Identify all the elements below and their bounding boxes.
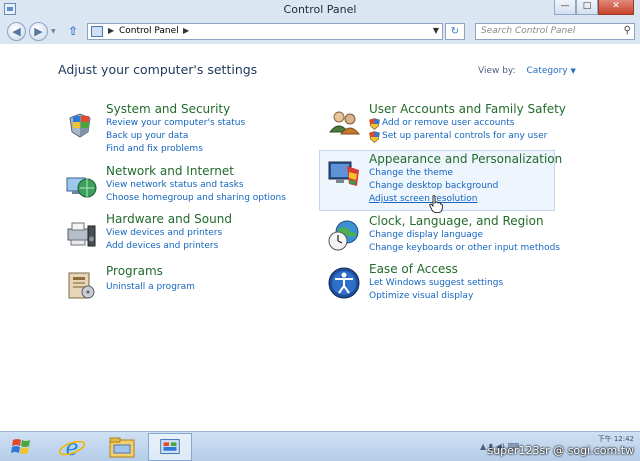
link-review-status[interactable]: Review your computer's status xyxy=(106,118,245,128)
category-programs: Programs Uninstall a program xyxy=(64,264,294,304)
address-dropdown-icon[interactable]: ▼ xyxy=(433,26,439,35)
appearance-monitor-icon xyxy=(328,161,359,186)
breadcrumb-arrow-icon[interactable]: ▶ xyxy=(183,26,189,35)
minimize-button[interactable]: — xyxy=(554,0,576,15)
navigation-bar: ◀ ▶ ▼ ⇧ ▶ Control Panel ▶ ▼ ↻ Search Con… xyxy=(0,20,640,44)
category-network-and-internet: Network and Internet View network status… xyxy=(64,164,294,204)
breadcrumb-control-panel[interactable]: Control Panel xyxy=(119,26,179,36)
link-network-status[interactable]: View network status and tasks xyxy=(106,180,244,190)
users-icon xyxy=(328,111,361,135)
clock-globe-icon xyxy=(328,220,359,251)
hand-cursor-icon xyxy=(429,195,443,213)
view-by-label: View by: xyxy=(478,66,516,76)
file-explorer-icon[interactable] xyxy=(100,433,144,461)
taskbar-clock[interactable]: 下午 12:42 xyxy=(598,434,634,444)
category-system-and-security: System and Security Review your computer… xyxy=(64,102,294,156)
link-add-remove-accounts[interactable]: Add or remove user accounts xyxy=(382,118,514,128)
control-panel-window: Control Panel — □ ✕ ◀ ▶ ▼ ⇧ ▶ Control Pa… xyxy=(0,0,640,431)
category-title[interactable]: Ease of Access xyxy=(369,262,458,276)
category-title[interactable]: Appearance and Personalization xyxy=(369,152,562,166)
maximize-button[interactable]: □ xyxy=(576,0,598,15)
control-panel-taskbar-icon[interactable] xyxy=(148,433,192,461)
internet-explorer-icon[interactable]: e xyxy=(50,433,94,461)
watermark: super123sr @ sogi.com.tw xyxy=(487,444,634,457)
link-find-fix-problems[interactable]: Find and fix problems xyxy=(106,144,203,154)
link-keyboards-input[interactable]: Change keyboards or other input methods xyxy=(369,243,560,253)
programs-icon xyxy=(68,272,95,299)
category-appearance-and-personalization: Appearance and Personalization Change th… xyxy=(327,152,562,213)
page-title: Adjust your computer's settings xyxy=(58,62,258,77)
category-user-accounts: User Accounts and Family Safety Add or r… xyxy=(327,102,567,146)
view-by-category-dropdown[interactable]: Category xyxy=(527,66,568,76)
svg-text:e: e xyxy=(65,436,78,461)
link-windows-suggest[interactable]: Let Windows suggest settings xyxy=(369,278,503,288)
window-controls: — □ ✕ xyxy=(554,0,634,15)
link-desktop-background[interactable]: Change desktop background xyxy=(369,181,498,191)
address-bar[interactable]: ▶ Control Panel ▶ ▼ xyxy=(87,23,443,40)
link-add-devices[interactable]: Add devices and printers xyxy=(106,241,218,251)
back-button[interactable]: ◀ xyxy=(7,22,26,41)
link-adjust-resolution[interactable]: Adjust screen resolution xyxy=(369,194,477,204)
link-homegroup[interactable]: Choose homegroup and sharing options xyxy=(106,193,286,203)
up-arrow-icon[interactable]: ⇧ xyxy=(68,24,78,38)
category-title[interactable]: Clock, Language, and Region xyxy=(369,214,544,228)
window-title: Control Panel xyxy=(283,3,357,16)
title-bar[interactable]: Control Panel — □ ✕ xyxy=(0,0,640,20)
category-title[interactable]: User Accounts and Family Safety xyxy=(369,102,566,116)
forward-button[interactable]: ▶ xyxy=(29,22,48,41)
search-icon[interactable]: ⚲ xyxy=(624,25,631,36)
network-globe-icon xyxy=(66,177,97,198)
main-content: Adjust your computer's settings View by:… xyxy=(0,44,640,431)
uac-shield-icon xyxy=(369,131,380,143)
close-button[interactable]: ✕ xyxy=(598,0,634,15)
link-parental-controls[interactable]: Set up parental controls for any user xyxy=(382,131,547,141)
category-title[interactable]: Programs xyxy=(106,264,163,278)
uac-shield-icon xyxy=(369,118,380,130)
category-clock-language-region: Clock, Language, and Region Change displ… xyxy=(327,214,567,254)
taskbar: e ▲ ▮ ◀) ⌨ 下午 12:42 super123sr @ sogi.co… xyxy=(0,431,640,461)
link-uninstall-program[interactable]: Uninstall a program xyxy=(106,282,195,292)
windows-logo-icon[interactable] xyxy=(0,432,44,461)
search-input[interactable]: Search Control Panel ⚲ xyxy=(475,23,635,40)
search-placeholder: Search Control Panel xyxy=(481,26,576,36)
shield-flag-icon xyxy=(69,113,91,138)
recent-locations-dropdown[interactable]: ▼ xyxy=(51,28,56,35)
printer-speaker-icon xyxy=(67,222,96,247)
control-panel-icon xyxy=(91,26,103,37)
link-change-theme[interactable]: Change the theme xyxy=(369,168,453,178)
dropdown-caret-icon[interactable]: ▼ xyxy=(571,67,576,75)
category-ease-of-access: Ease of Access Let Windows suggest setti… xyxy=(327,262,567,302)
link-optimize-display[interactable]: Optimize visual display xyxy=(369,291,473,301)
breadcrumb-arrow-icon[interactable]: ▶ xyxy=(108,26,114,35)
link-back-up-data[interactable]: Back up your data xyxy=(106,131,188,141)
category-title[interactable]: System and Security xyxy=(106,102,230,116)
category-title[interactable]: Network and Internet xyxy=(106,164,234,178)
category-hardware-and-sound: Hardware and Sound View devices and prin… xyxy=(64,212,294,252)
link-display-language[interactable]: Change display language xyxy=(369,230,483,240)
link-view-devices[interactable]: View devices and printers xyxy=(106,228,222,238)
ease-of-access-icon xyxy=(328,267,360,299)
view-by: View by: Category ▼ xyxy=(478,66,576,76)
refresh-button[interactable]: ↻ xyxy=(445,23,465,40)
category-title[interactable]: Hardware and Sound xyxy=(106,212,232,226)
